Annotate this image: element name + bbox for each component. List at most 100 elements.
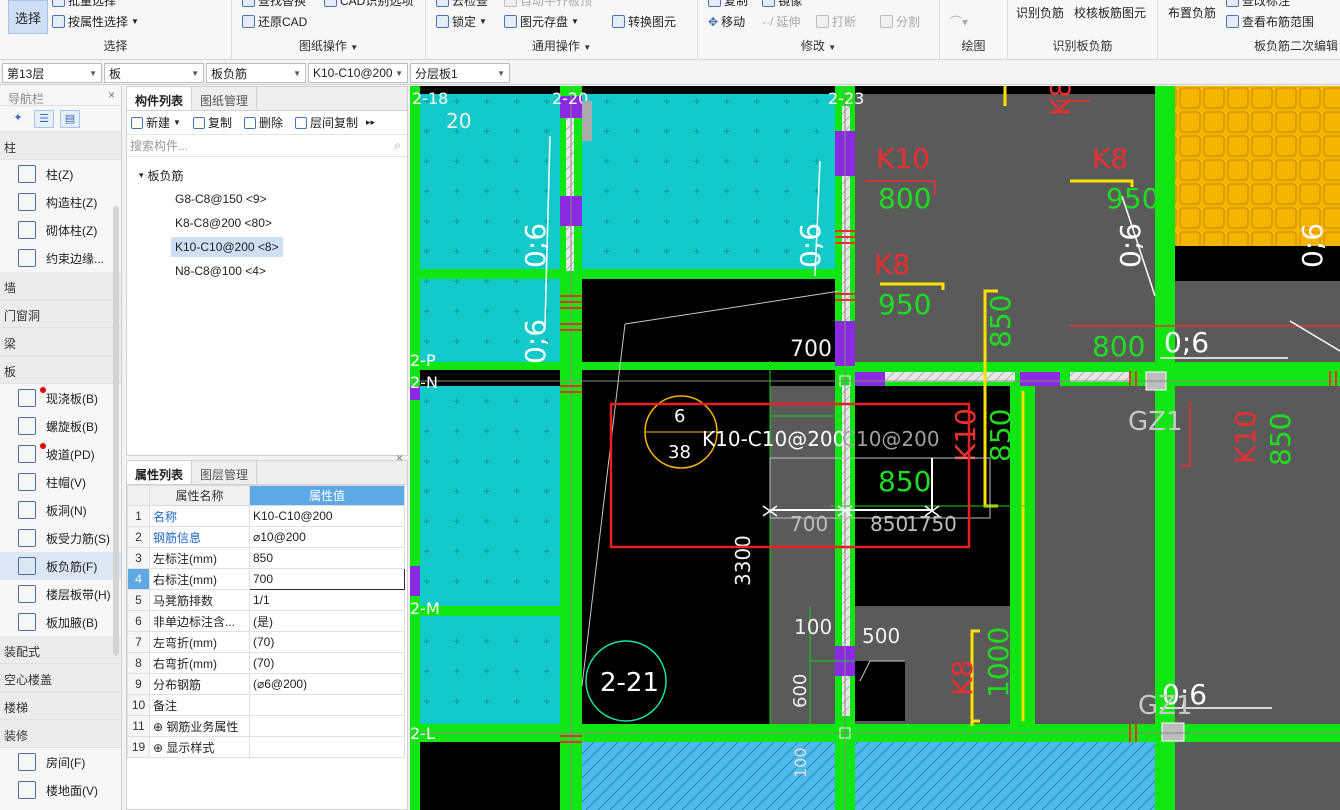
pin-icon[interactable]: ✦: [8, 110, 28, 128]
attribute-select-button[interactable]: 按属性选择 ▼: [52, 13, 139, 30]
nav-item[interactable]: 约束边缘...: [0, 244, 121, 272]
draw-arc-button[interactable]: ⌒▾: [950, 13, 968, 30]
edit-label-button[interactable]: 查改标注: [1226, 0, 1290, 9]
find-replace-button[interactable]: 查找替换: [242, 0, 306, 9]
tree-item[interactable]: K10-C10@200 <8>: [127, 235, 407, 259]
nav-category[interactable]: 板: [0, 356, 121, 384]
property-row[interactable]: 8 右弯折(mm) (70): [127, 652, 405, 674]
nav-category[interactable]: 空心楼盖: [0, 664, 121, 692]
type-select[interactable]: 板 ▼: [104, 63, 204, 83]
tree-item[interactable]: N8-C8@100 <4>: [127, 259, 407, 283]
close-icon[interactable]: ×: [108, 88, 115, 102]
copy-button[interactable]: 复制: [708, 0, 748, 9]
nav-item[interactable]: 楼层板带(H): [0, 580, 121, 608]
property-value[interactable]: (70): [249, 652, 405, 674]
property-row[interactable]: 4 右标注(mm) 700: [127, 568, 405, 590]
floor-select[interactable]: 第13层 ▼: [2, 63, 102, 83]
nav-item[interactable]: 坡道(PD): [0, 440, 121, 468]
slab-cast[interactable]: [420, 386, 570, 622]
property-row[interactable]: 1 名称 K10-C10@200: [127, 505, 405, 527]
property-row[interactable]: 3 左标注(mm) 850: [127, 547, 405, 569]
property-value[interactable]: [249, 715, 405, 737]
property-row[interactable]: 7 左弯折(mm) (70): [127, 631, 405, 653]
nav-item[interactable]: 房间(F): [0, 748, 121, 776]
nav-item[interactable]: 楼地面(V): [0, 776, 121, 804]
collapse-icon[interactable]: ▾: [139, 170, 144, 181]
layer-select[interactable]: 分层板1 ▼: [410, 63, 510, 83]
property-value[interactable]: [249, 736, 405, 758]
opening[interactable]: [855, 661, 905, 721]
opening[interactable]: [580, 279, 770, 724]
nav-item[interactable]: 板负筋(F): [0, 552, 121, 580]
nav-category[interactable]: 梁: [0, 328, 121, 356]
tab-component-list[interactable]: 构件列表: [127, 87, 193, 110]
nav-scrollbar[interactable]: [113, 206, 119, 656]
cad-options-button[interactable]: CAD识别选项: [324, 0, 413, 9]
property-value[interactable]: [249, 694, 405, 716]
extend-button[interactable]: -·/延伸: [762, 13, 800, 30]
recognize-negative-rebar-button[interactable]: 识别负筋: [1016, 4, 1064, 21]
convert-element-button[interactable]: 转换图元: [612, 13, 676, 30]
mirror-button[interactable]: 镜像: [762, 0, 802, 9]
new-button[interactable]: 新建 ▼: [131, 114, 181, 131]
batch-select-button[interactable]: 批量选择: [52, 0, 116, 9]
nav-category[interactable]: 楼梯: [0, 692, 121, 720]
slab-yellow[interactable]: [1175, 86, 1340, 246]
place-negative-rebar-button[interactable]: 布置负筋: [1168, 4, 1216, 21]
property-row[interactable]: 11 ⊕ 钢筋业务属性: [127, 715, 405, 737]
view-range-button[interactable]: 查看布筋范围: [1226, 13, 1314, 30]
property-value[interactable]: (⌀6@200): [249, 673, 405, 695]
nav-item[interactable]: 柱帽(V): [0, 468, 121, 496]
slab-gray[interactable]: [1175, 741, 1340, 810]
delete-button[interactable]: 删除: [243, 114, 283, 131]
property-value[interactable]: ⌀10@200: [249, 526, 405, 548]
nav-item[interactable]: 板加腋(B): [0, 608, 121, 636]
cloud-check-button[interactable]: 云检查: [436, 0, 488, 9]
nav-item[interactable]: 板洞(N): [0, 496, 121, 524]
tab-layer-manager[interactable]: 图层管理: [192, 461, 258, 484]
component-select[interactable]: K10-C10@200 ▼: [308, 63, 408, 83]
property-row[interactable]: 19 ⊕ 显示样式: [127, 736, 405, 758]
property-value[interactable]: K10-C10@200: [249, 505, 405, 527]
detail-view-icon[interactable]: ▤: [60, 109, 80, 128]
tree-item[interactable]: K8-C8@200 <80>: [127, 211, 407, 235]
tab-drawing-manager[interactable]: 图纸管理: [192, 87, 258, 110]
nav-item[interactable]: 螺旋板(B): [0, 412, 121, 440]
search-input[interactable]: 搜索构件... ⌕: [127, 135, 407, 157]
close-icon[interactable]: ×: [396, 451, 403, 465]
property-row[interactable]: 6 非单边标注含... (是): [127, 610, 405, 632]
property-value[interactable]: 1/1: [249, 589, 405, 611]
gz-column[interactable]: [1161, 722, 1185, 742]
property-value[interactable]: (是): [249, 610, 405, 632]
split-button[interactable]: 分割: [880, 13, 920, 30]
property-row[interactable]: 10 备注: [127, 694, 405, 716]
nav-category[interactable]: 门窗洞: [0, 300, 121, 328]
subtype-select[interactable]: 板负筋 ▼: [206, 63, 306, 83]
property-value[interactable]: 850: [249, 547, 405, 569]
nav-category[interactable]: 墙: [0, 272, 121, 300]
nav-item[interactable]: 柱(Z): [0, 160, 121, 188]
tree-item[interactable]: G8-C8@150 <9>: [127, 187, 407, 211]
tree-root[interactable]: ▾ 板负筋: [127, 163, 407, 187]
slab-hatched[interactable]: [580, 741, 1160, 810]
move-button[interactable]: ✥ 移动: [708, 13, 745, 30]
more-icon[interactable]: ▸▸: [366, 117, 375, 128]
break-button[interactable]: 打断: [816, 13, 856, 30]
cad-canvas[interactable]: +: [410, 86, 1340, 810]
nav-category[interactable]: 装配式: [0, 636, 121, 664]
tab-property-list[interactable]: 属性列表: [127, 461, 193, 484]
property-row[interactable]: 9 分布钢筋 (⌀6@200): [127, 673, 405, 695]
nav-item[interactable]: 砌体柱(Z): [0, 216, 121, 244]
property-value[interactable]: (70): [249, 631, 405, 653]
lock-button[interactable]: 锁定 ▼: [436, 13, 487, 30]
property-value[interactable]: 700: [249, 568, 405, 590]
auto-align-button[interactable]: 自动平齐板顶: [504, 0, 592, 9]
nav-item[interactable]: 构造柱(Z): [0, 188, 121, 216]
nav-category[interactable]: 装修: [0, 720, 121, 748]
nav-item[interactable]: 板受力筋(S): [0, 524, 121, 552]
check-slab-rebar-button[interactable]: 校核板筋图元: [1074, 4, 1146, 21]
list-view-icon[interactable]: ☰: [34, 109, 54, 128]
floor-copy-button[interactable]: 层间复制: [294, 114, 358, 131]
copy-component-button[interactable]: 复制: [192, 114, 232, 131]
property-row[interactable]: 2 钢筋信息 ⌀10@200: [127, 526, 405, 548]
